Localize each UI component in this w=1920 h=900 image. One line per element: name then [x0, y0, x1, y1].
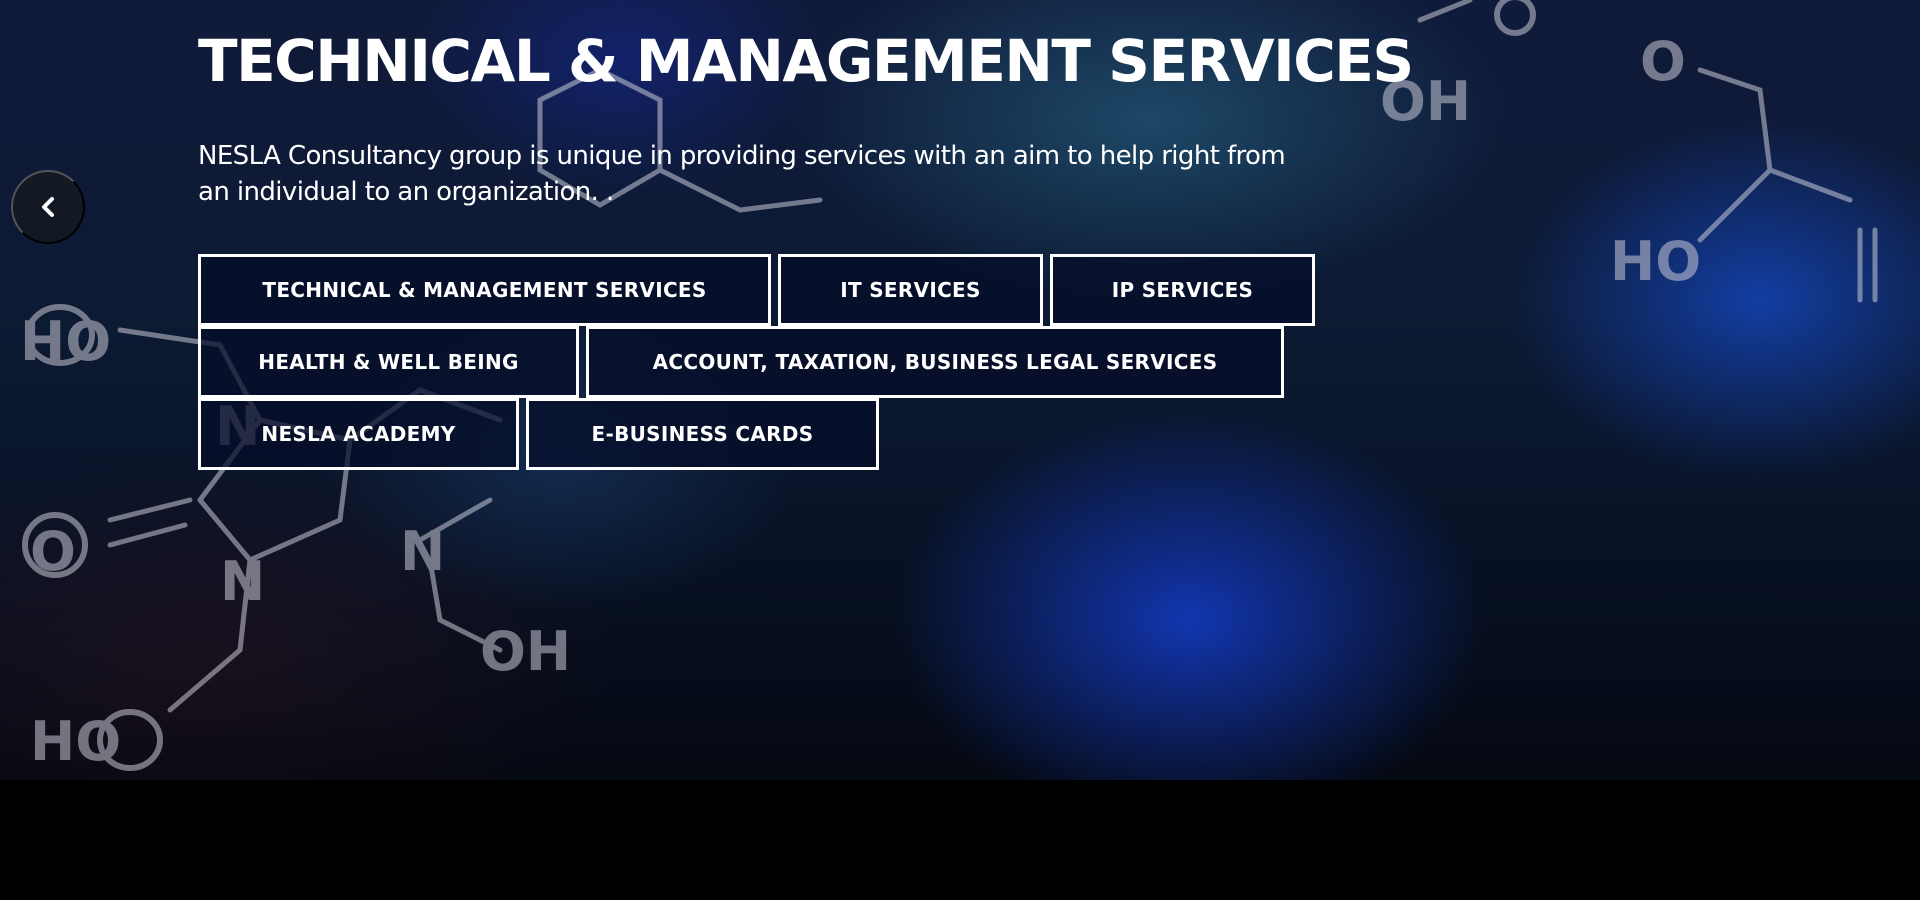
svg-text:HO: HO [30, 710, 121, 773]
technical-management-services-button[interactable]: TECHNICAL & MANAGEMENT SERVICES [198, 254, 771, 326]
svg-text:OH: OH [480, 620, 571, 683]
hero-description: NESLA Consultancy group is unique in pro… [198, 141, 1286, 207]
nesla-academy-button[interactable]: NESLA ACADEMY [198, 398, 519, 470]
chevron-left-icon [39, 196, 57, 218]
hero-content: TECHNICAL & MANAGEMENT SERVICES NESLA Co… [198, 26, 1414, 470]
account-taxation-legal-services-button[interactable]: ACCOUNT, TAXATION, BUSINESS LEGAL SERVIC… [586, 326, 1284, 398]
service-buttons-row: HEALTH & WELL BEING ACCOUNT, TAXATION, B… [198, 326, 1284, 398]
page-footer-band [0, 780, 1920, 900]
it-services-button[interactable]: IT SERVICES [778, 254, 1043, 326]
slider-prev-button[interactable] [11, 170, 85, 244]
svg-text:HO: HO [20, 310, 111, 373]
ip-services-button[interactable]: IP SERVICES [1050, 254, 1315, 326]
e-business-cards-button[interactable]: E-BUSINESS CARDS [526, 398, 879, 470]
svg-text:O: O [1640, 30, 1686, 93]
svg-text:HO: HO [1610, 230, 1701, 293]
svg-text:O: O [30, 520, 76, 583]
svg-text:N: N [220, 550, 265, 613]
service-buttons-row: TECHNICAL & MANAGEMENT SERVICES IT SERVI… [198, 254, 1315, 326]
svg-text:N: N [400, 520, 445, 583]
health-well-being-button[interactable]: HEALTH & WELL BEING [198, 326, 579, 398]
service-buttons-row: NESLA ACADEMY E-BUSINESS CARDS [198, 398, 879, 470]
hero-banner: HO N N O OH HO HO O OH N TECHNICAL & MAN… [0, 0, 1920, 780]
page-title: TECHNICAL & MANAGEMENT SERVICES [198, 27, 1414, 95]
